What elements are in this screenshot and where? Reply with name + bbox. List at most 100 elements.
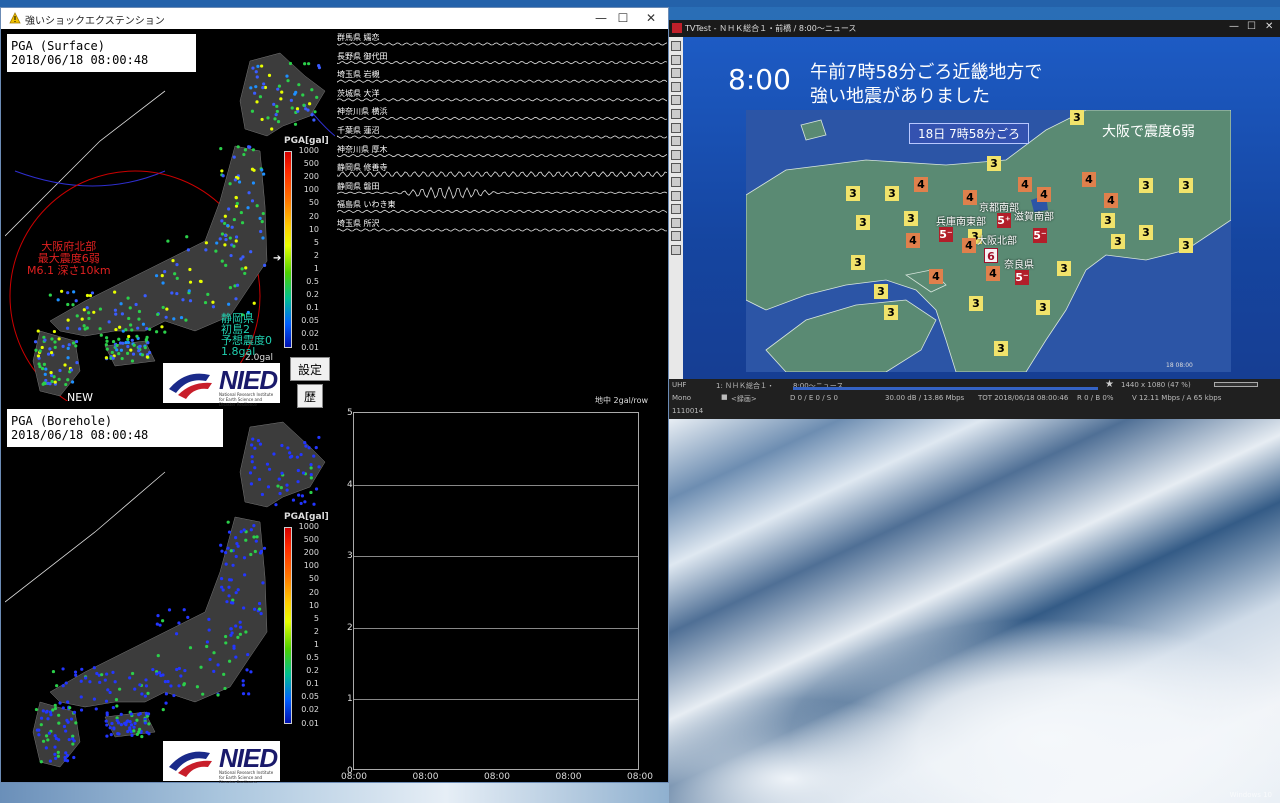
tv-status-rec[interactable]: <録画>: [731, 394, 757, 404]
station-dot: [241, 679, 245, 683]
pin-icon[interactable]: [671, 217, 681, 228]
station-dot: [270, 127, 274, 131]
station-dot: [240, 267, 244, 271]
station-dot: [234, 297, 238, 301]
station-dot: [132, 729, 136, 733]
station-dot: [47, 731, 52, 735]
station-dot: [286, 446, 290, 450]
star-icon[interactable]: ★: [1105, 379, 1114, 390]
tv-place-hyogo: 兵庫南東部: [936, 217, 986, 228]
intensity-icon: 3: [1057, 261, 1071, 276]
station-dot: [38, 349, 42, 353]
key-icon[interactable]: [671, 245, 681, 255]
station-dot: [121, 341, 125, 345]
station-dot: [280, 443, 284, 448]
settings-button[interactable]: 設定: [290, 357, 330, 381]
waveform-trace: [337, 135, 667, 139]
station-dot: [277, 84, 282, 88]
station-dot: [256, 439, 261, 443]
mute-icon[interactable]: [671, 149, 681, 160]
capture-icon[interactable]: [671, 68, 681, 79]
station-dot: [223, 233, 228, 237]
station-dot: [105, 347, 109, 351]
station-dot: [127, 334, 131, 339]
tv-close-button[interactable]: ✕: [1265, 21, 1273, 32]
nied-mark-icon: [169, 751, 212, 777]
program-icon[interactable]: [671, 54, 681, 65]
nied-logo-sub: National Research Institute for Earth Sc…: [219, 392, 274, 407]
station-dot: [242, 528, 246, 532]
station-dot: [135, 732, 139, 737]
channel-icon[interactable]: [671, 41, 681, 51]
app-titlebar[interactable]: 強いショックエクステンション — ☐ ✕: [1, 8, 668, 29]
station-dot: [204, 248, 208, 252]
record-icon[interactable]: ■: [721, 393, 728, 401]
station-dot: [175, 291, 179, 296]
tv-status-channel[interactable]: 1: ＮＨＫ総合１・: [716, 381, 774, 391]
waveform-trace: [337, 60, 667, 65]
station-dot: [225, 600, 229, 604]
station-dot: [261, 581, 265, 585]
station-dot: [49, 351, 54, 355]
station-dot: [228, 286, 233, 290]
station-dot: [184, 318, 188, 322]
tv-maximize-button[interactable]: ☐: [1247, 21, 1256, 32]
station-dot: [289, 98, 293, 102]
station-dot: [280, 471, 284, 475]
station-dot: [229, 627, 233, 631]
station-dot: [44, 378, 48, 383]
station-dot: [238, 620, 242, 624]
station-dot: [295, 107, 300, 111]
nied-logo: NIED National Research Institute for Ear…: [163, 363, 280, 407]
station-dot: [115, 718, 119, 722]
plot-y-tick: 5: [347, 408, 353, 418]
station-dot: [199, 665, 203, 669]
station-dot: [241, 692, 246, 696]
volume-slider[interactable]: [1214, 382, 1258, 387]
station-dot: [114, 698, 119, 702]
station-dot: [313, 110, 317, 114]
history-button[interactable]: 歴: [297, 384, 323, 408]
audio-icon[interactable]: [671, 163, 681, 174]
intensity-icon: 4: [1037, 187, 1051, 202]
waveform-trace: [337, 98, 667, 102]
plot-y-tick: 3: [347, 551, 353, 562]
filter-icon[interactable]: [671, 231, 681, 242]
station-dot: [252, 301, 256, 305]
station-dot: [249, 528, 253, 532]
waveform-trace: [337, 185, 667, 200]
station-dot: [54, 756, 58, 760]
station-dot: [221, 588, 225, 592]
scale-label: 0.05: [301, 692, 319, 702]
station-dot: [88, 294, 93, 298]
station-dot: [307, 446, 311, 450]
search-icon[interactable]: [671, 122, 681, 133]
scale-label: 100: [303, 185, 319, 195]
station-dot: [288, 61, 293, 66]
settings-icon[interactable]: [671, 136, 681, 147]
station-dot: [140, 353, 145, 357]
station-dot: [43, 372, 47, 377]
panel-icon[interactable]: [671, 190, 681, 201]
station-dot: [79, 695, 83, 699]
station-dot: [113, 290, 117, 294]
tv-titlebar[interactable]: TVTest - ＮＨＫ総合１・前橋 / 8:00〜ニュース — ☐ ✕: [669, 20, 1280, 37]
station-dot: [40, 345, 44, 350]
station-dot: [188, 646, 193, 650]
close-button[interactable]: ✕: [631, 8, 671, 29]
fullscreen-icon[interactable]: [671, 204, 681, 215]
station-dot: [33, 340, 38, 344]
station-dot: [66, 346, 70, 351]
intensity-icon: 3: [1111, 234, 1125, 249]
record-icon[interactable]: [671, 81, 681, 92]
station-dot: [73, 670, 78, 674]
station-dot: [117, 352, 121, 356]
tv-minimize-button[interactable]: —: [1229, 21, 1239, 32]
station-dot: [226, 224, 230, 228]
zoom-icon[interactable]: [671, 109, 681, 119]
stream-icon[interactable]: [671, 177, 681, 187]
nied-mark-icon: [169, 373, 212, 399]
info-icon[interactable]: [671, 95, 681, 106]
station-dot: [39, 716, 44, 720]
station-dot: [285, 488, 289, 492]
